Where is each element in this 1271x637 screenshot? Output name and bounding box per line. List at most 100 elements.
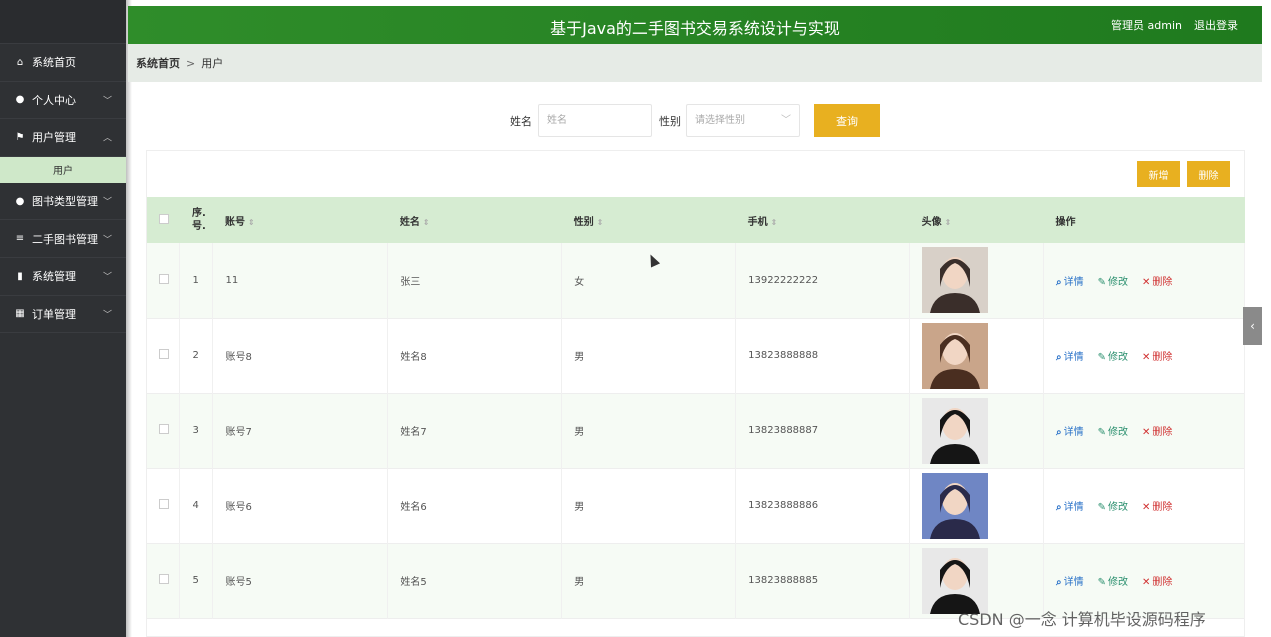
name-label: 姓名 xyxy=(510,115,532,128)
col-header-phone[interactable]: 手机 ⇕ xyxy=(736,197,910,243)
sidebar-item-system[interactable]: ▮ 系统管理 ﹀ xyxy=(0,258,126,296)
delete-label: 删除 xyxy=(1152,577,1173,588)
cell-no: 3 xyxy=(179,393,214,468)
pencil-icon: ✎ xyxy=(1097,427,1107,438)
cell-phone: 13823888885 xyxy=(735,543,911,618)
chevron-down-icon: ﹀ xyxy=(102,235,112,246)
close-icon: ✕ xyxy=(1142,577,1151,588)
table-row: 3 账号7 姓名7 男 13823888887 ⌕ 详情 ✎ 修改 ✕ 删除 xyxy=(147,393,1245,468)
col-header-account[interactable]: 账号 ⇕ xyxy=(213,197,388,243)
sidebar-item-used-books[interactable]: ≡ 二手图书管理 ﹀ xyxy=(0,220,126,258)
row-checkbox[interactable] xyxy=(147,468,181,543)
user-icon: ● xyxy=(15,195,25,207)
avatar xyxy=(922,547,989,614)
sidebar-item-label: 系统首页 xyxy=(32,56,76,70)
col-header-label: 性别 xyxy=(573,216,594,228)
detail-link[interactable]: ⌕ 详情 xyxy=(1056,273,1084,288)
delete-link[interactable]: ✕ 删除 xyxy=(1142,348,1172,363)
row-checkbox[interactable] xyxy=(147,393,181,468)
sidebar-shadow xyxy=(126,0,132,637)
cell-no: 5 xyxy=(179,543,214,618)
cell-gender: 男 xyxy=(561,468,737,543)
avatar xyxy=(922,322,989,389)
chevron-down-icon: ﹀ xyxy=(781,115,791,126)
cell-name: 张三 xyxy=(387,243,563,318)
close-icon: ✕ xyxy=(1142,427,1151,438)
row-checkbox[interactable] xyxy=(147,318,181,393)
delete-link[interactable]: ✕ 删除 xyxy=(1142,573,1172,588)
chevron-down-icon: ﹀ xyxy=(102,197,112,208)
sidebar-subitem-user[interactable]: 用户 xyxy=(0,156,126,183)
detail-link[interactable]: ⌕ 详情 xyxy=(1056,498,1084,513)
grid-icon: ▦ xyxy=(15,308,25,320)
pencil-icon: ✎ xyxy=(1097,276,1107,288)
name-input[interactable]: 姓名 xyxy=(538,104,652,137)
cell-avatar xyxy=(909,243,1045,318)
sidebar-item-user-management[interactable]: ⚑ 用户管理 ︿ xyxy=(0,119,126,157)
detail-link[interactable]: ⌕ 详情 xyxy=(1056,423,1084,438)
add-button[interactable]: 新增 xyxy=(1137,161,1180,187)
row-checkbox[interactable] xyxy=(147,543,181,618)
edit-link[interactable]: ✎ 修改 xyxy=(1098,423,1128,438)
delete-link[interactable]: ✕ 删除 xyxy=(1142,423,1172,438)
cell-gender: 男 xyxy=(561,318,737,393)
sort-icon: ⇕ xyxy=(247,217,255,227)
gender-select-placeholder: 请选择性别 xyxy=(695,115,745,126)
avatar xyxy=(922,472,989,539)
sliders-icon: ≡ xyxy=(15,233,25,245)
search-icon: ⌕ xyxy=(1056,502,1062,513)
edit-link[interactable]: ✎ 修改 xyxy=(1098,498,1128,513)
detail-label: 详情 xyxy=(1063,427,1084,438)
gender-select[interactable]: 请选择性别 ﹀ xyxy=(686,104,800,137)
close-icon: ✕ xyxy=(1142,276,1151,288)
app-root: { "header": { "title": "基于Java的二手图书交易系统设… xyxy=(0,0,1271,637)
query-button[interactable]: 查询 xyxy=(814,104,880,137)
sidebar-subitem-label: 用户 xyxy=(53,166,73,178)
cell-ops: ⌕ 详情 ✎ 修改 ✕ 删除 xyxy=(1043,318,1245,393)
detail-link[interactable]: ⌕ 详情 xyxy=(1056,573,1084,588)
edit-link[interactable]: ✎ 修改 xyxy=(1098,273,1128,288)
row-checkbox[interactable] xyxy=(147,243,181,318)
delete-link[interactable]: ✕ 删除 xyxy=(1142,498,1172,513)
col-header-name[interactable]: 姓名 ⇕ xyxy=(388,197,562,243)
col-header-no: 序. 号. xyxy=(191,208,206,232)
sidebar-item-home[interactable]: ⌂ 系统首页 xyxy=(0,44,126,82)
cell-phone: 13823888888 xyxy=(735,318,911,393)
col-header-label: 姓名 xyxy=(399,216,420,228)
cell-name: 姓名5 xyxy=(387,543,563,618)
cell-avatar xyxy=(909,318,1045,393)
chevron-down-icon: ﹀ xyxy=(102,272,112,283)
chevron-down-icon: ﹀ xyxy=(102,310,112,321)
flag-icon: ⚑ xyxy=(15,131,25,143)
top-header: 基于Java的二手图书交易系统设计与实现 管理员 admin 退出登录 xyxy=(128,6,1262,44)
edit-link[interactable]: ✎ 修改 xyxy=(1098,573,1128,588)
sidebar-item-book-type[interactable]: ● 图书类型管理 ﹀ xyxy=(0,183,126,221)
pencil-icon: ✎ xyxy=(1097,502,1107,513)
delete-link[interactable]: ✕ 删除 xyxy=(1142,273,1172,288)
cell-account: 账号5 xyxy=(212,543,389,618)
close-icon: ✕ xyxy=(1142,352,1151,363)
pencil-icon: ✎ xyxy=(1097,577,1107,588)
cell-ops: ⌕ 详情 ✎ 修改 ✕ 删除 xyxy=(1043,468,1245,543)
table-panel: 新增 删除 序. 号. 账号⇕ 姓名⇕ 性别⇕ 手机⇕ 头像⇕ 操作 xyxy=(146,150,1245,637)
cell-no: 4 xyxy=(179,468,214,543)
select-all-checkbox[interactable] xyxy=(147,197,180,243)
sidebar-item-label: 二手图书管理 xyxy=(32,232,98,246)
cell-phone: 13922222222 xyxy=(735,243,911,318)
col-header-gender[interactable]: 性别 ⇕ xyxy=(562,197,736,243)
detail-link[interactable]: ⌕ 详情 xyxy=(1056,348,1084,363)
edit-link[interactable]: ✎ 修改 xyxy=(1098,348,1128,363)
collapse-tab[interactable]: ‹ xyxy=(1243,307,1262,345)
breadcrumb-home[interactable]: 系统首页 xyxy=(136,55,180,71)
col-header-avatar[interactable]: 头像 ⇕ xyxy=(910,197,1044,243)
logout-link[interactable]: 退出登录 xyxy=(1194,17,1238,33)
sort-icon: ⇕ xyxy=(422,217,430,227)
edit-label: 修改 xyxy=(1108,577,1129,588)
sidebar-item-profile[interactable]: ● 个人中心 ﹀ xyxy=(0,82,126,120)
delete-button[interactable]: 删除 xyxy=(1187,161,1230,187)
cell-avatar xyxy=(909,468,1045,543)
sidebar-item-orders[interactable]: ▦ 订单管理 ﹀ xyxy=(0,296,126,334)
cell-name: 姓名7 xyxy=(387,393,563,468)
watermark: CSDN @一念 计算机毕设源码程序 xyxy=(958,610,1206,629)
edit-label: 修改 xyxy=(1108,427,1129,438)
